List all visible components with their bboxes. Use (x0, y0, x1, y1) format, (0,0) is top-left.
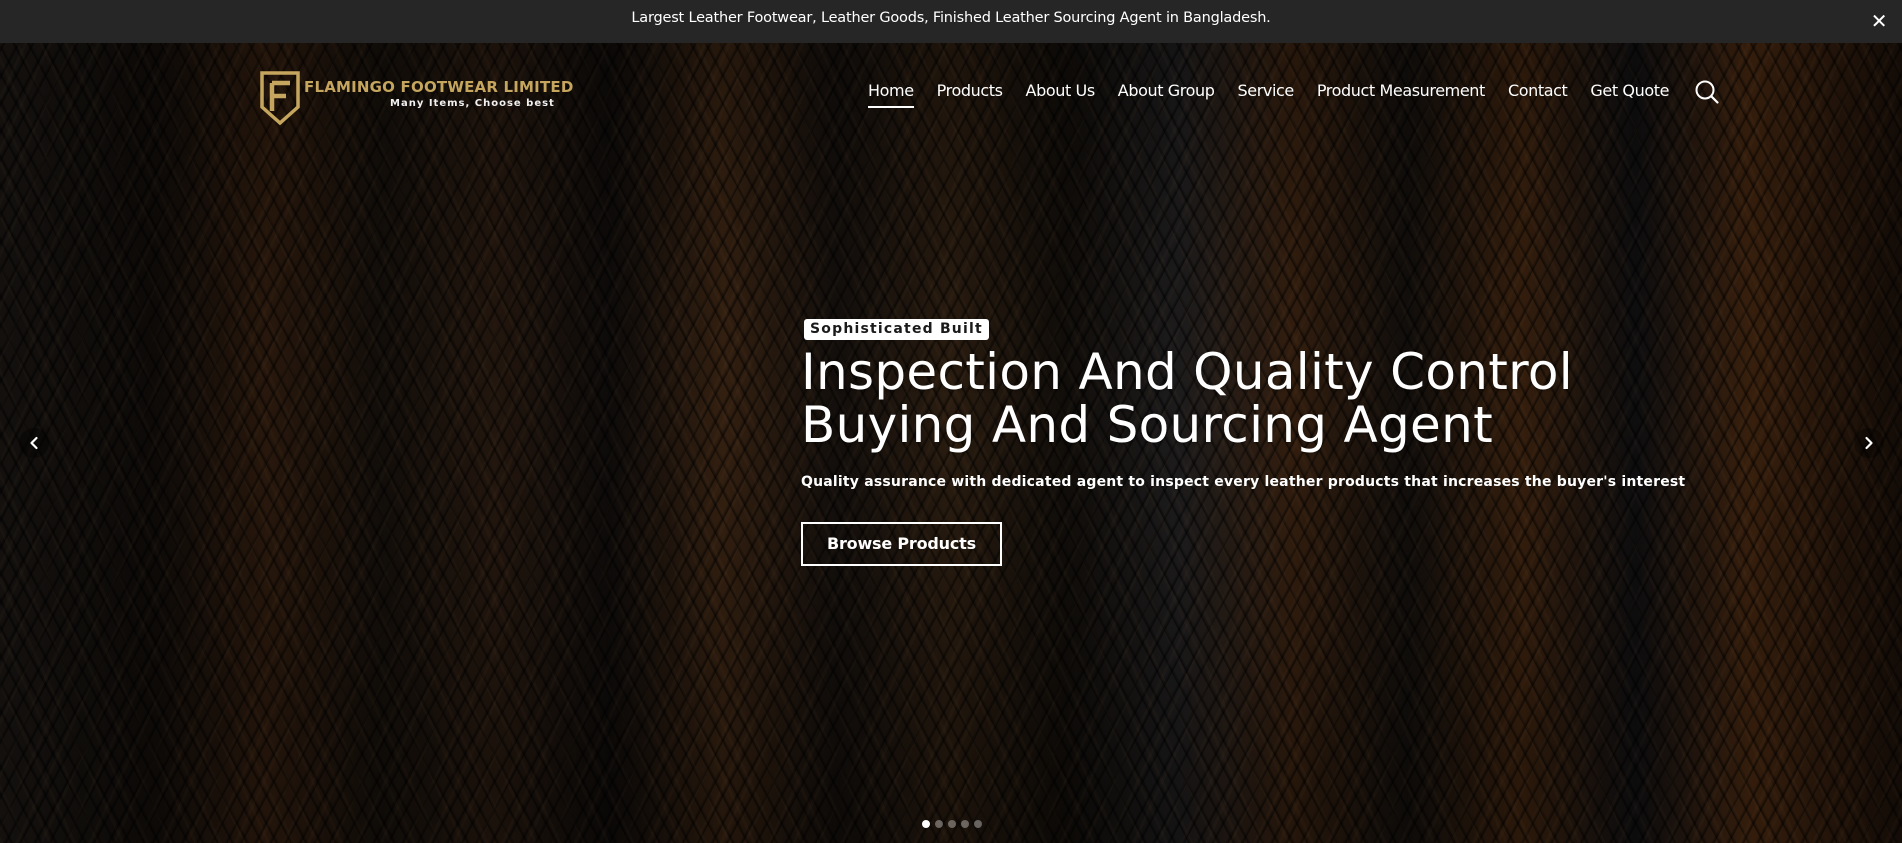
slider-dot-5[interactable] (974, 820, 982, 828)
nav-item-about-us[interactable]: About Us (1026, 81, 1096, 108)
hero-headline-line-2: Buying And Sourcing Agent (801, 396, 1493, 454)
slider-dot-4[interactable] (961, 820, 969, 828)
brand-logo[interactable]: FLAMINGO FOOTWEAR LIMITED Many Items, Ch… (260, 69, 574, 125)
slider-dot-1[interactable] (922, 820, 930, 828)
announcement-bar: Largest Leather Footwear, Leather Goods,… (0, 0, 1902, 43)
brand-name: FLAMINGO FOOTWEAR LIMITED (304, 77, 574, 96)
hero-subtitle: Quality assurance with dedicated agent t… (801, 474, 1686, 490)
browse-products-button[interactable]: Browse Products (801, 522, 1002, 566)
hero-slide-content: Sophisticated Built Inspection And Quali… (801, 319, 1685, 566)
nav-item-product-measurement[interactable]: Product Measurement (1317, 81, 1485, 108)
chevron-left-icon (30, 436, 38, 450)
shield-logo-icon (260, 71, 300, 125)
slider-dot-2[interactable] (935, 820, 943, 828)
announcement-text: Largest Leather Footwear, Leather Goods,… (631, 9, 1271, 26)
nav-item-get-quote[interactable]: Get Quote (1590, 81, 1669, 108)
close-icon[interactable]: ✕ (1868, 10, 1890, 32)
main-nav: Home Products About Us About Group Servi… (868, 79, 1720, 108)
nav-item-home[interactable]: Home (868, 81, 914, 108)
hero-badge: Sophisticated Built (804, 319, 989, 340)
slider-dot-3[interactable] (948, 820, 956, 828)
search-icon[interactable] (1694, 79, 1720, 105)
nav-item-service[interactable]: Service (1238, 81, 1295, 108)
brand-tagline: Many Items, Choose best (390, 97, 555, 109)
slider-pagination (922, 820, 987, 828)
slider-next-button[interactable] (1854, 428, 1884, 458)
nav-item-about-group[interactable]: About Group (1118, 81, 1215, 108)
chevron-right-icon (1865, 436, 1873, 450)
nav-item-products[interactable]: Products (937, 81, 1003, 108)
slider-prev-button[interactable] (19, 428, 49, 458)
site-header: FLAMINGO FOOTWEAR LIMITED Many Items, Ch… (0, 43, 1902, 143)
hero-headline: Inspection And Quality Control Buying An… (801, 346, 1685, 452)
hero-headline-line-1: Inspection And Quality Control (801, 343, 1573, 401)
nav-item-contact[interactable]: Contact (1508, 81, 1568, 108)
